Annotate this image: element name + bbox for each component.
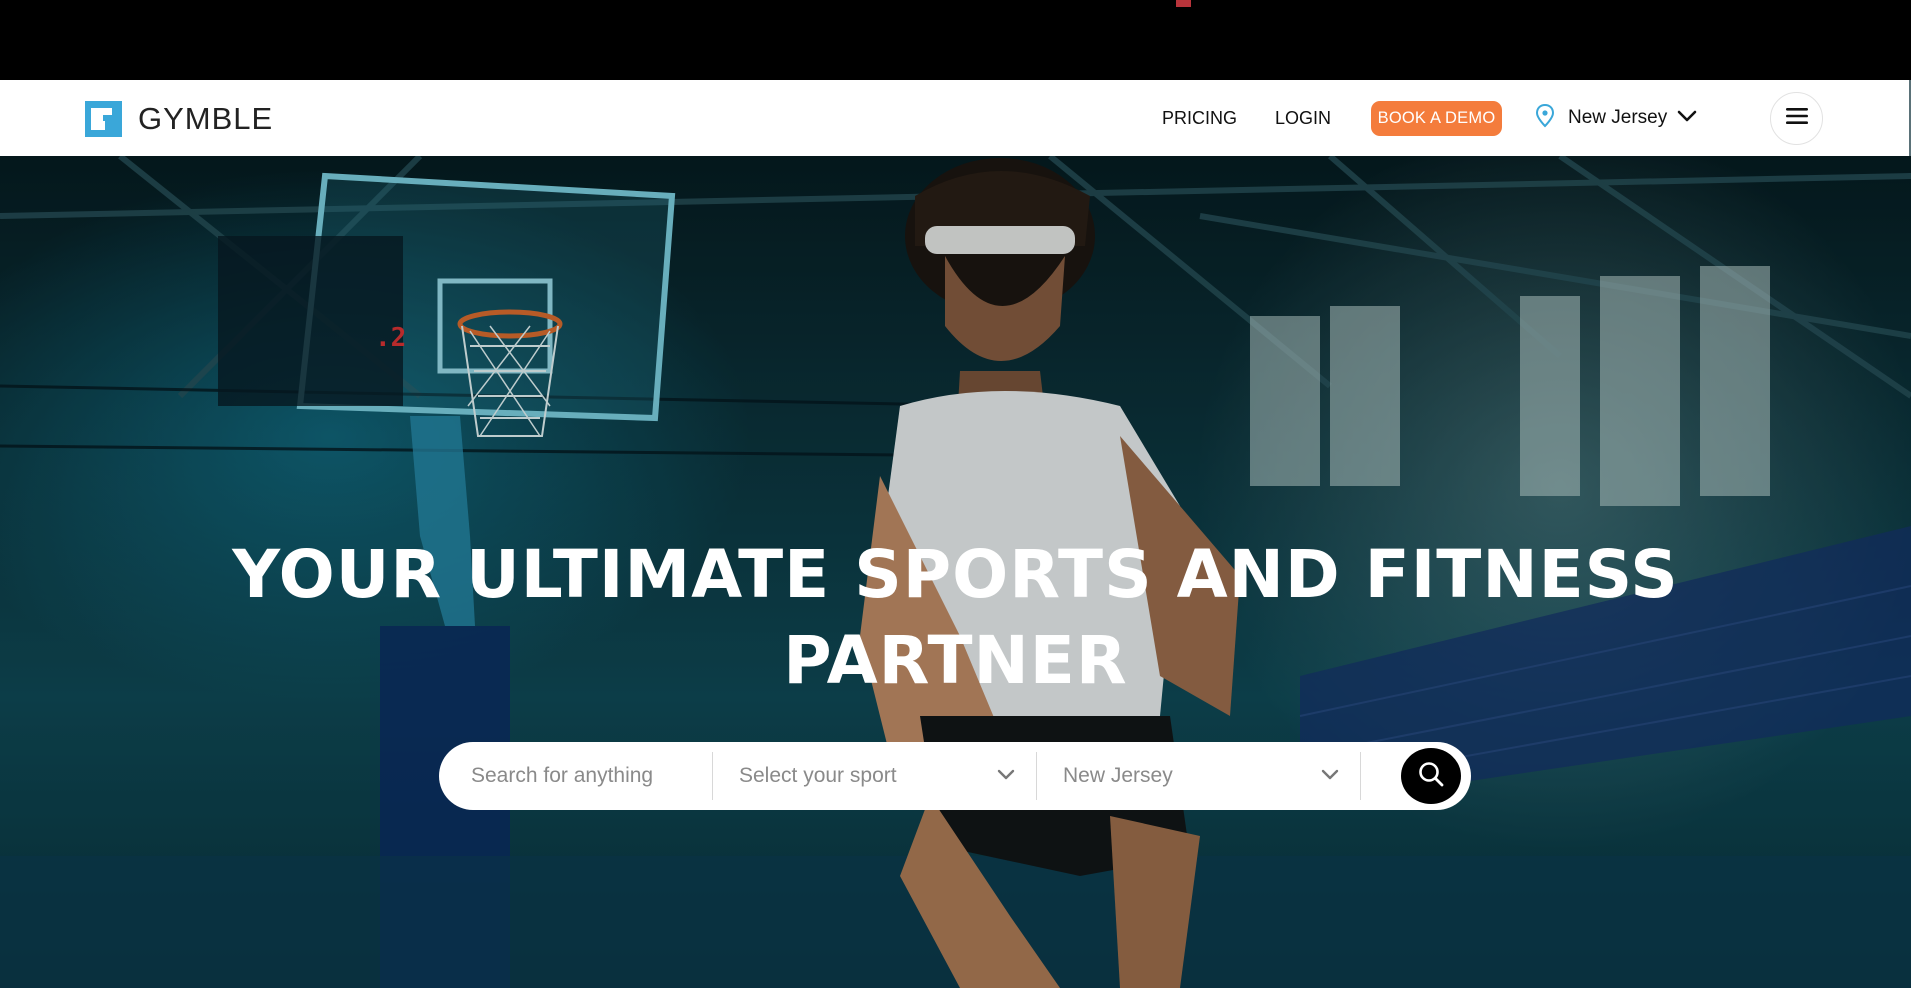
location-select[interactable]: New Jersey (1063, 742, 1323, 810)
logo[interactable]: GYMBLE (85, 101, 273, 137)
location-label: New Jersey (1568, 107, 1668, 128)
chevron-down-icon (1321, 768, 1339, 786)
nav-item-pricing[interactable]: PRICING (1162, 80, 1237, 156)
top-black-bar (0, 0, 1911, 80)
nav-item-login[interactable]: LOGIN (1275, 80, 1331, 156)
search-divider (1036, 752, 1037, 800)
chevron-down-icon (1677, 109, 1697, 127)
hero-headline-line-1: YOUR ULTIMATE SPORTS AND FITNESS (232, 536, 1679, 613)
book-demo-button[interactable]: BOOK A DEMO (1371, 101, 1502, 136)
nav-pricing-link[interactable]: PRICING (1162, 108, 1237, 129)
logo-text: GYMBLE (138, 101, 274, 136)
search-input[interactable]: Search for anything (471, 742, 711, 810)
hero-headline-line-2: PARTNER (783, 622, 1128, 699)
search-button[interactable] (1401, 748, 1461, 804)
hamburger-menu-button[interactable] (1770, 92, 1823, 145)
site-header: GYMBLE PRICING LOGIN BOOK A DEMO New Jer… (0, 80, 1911, 156)
chevron-down-icon (997, 768, 1015, 786)
hamburger-menu-icon (1785, 106, 1809, 131)
hero-headline: YOUR ULTIMATE SPORTS AND FITNESS PARTNER (0, 532, 1911, 704)
top-marker (1176, 0, 1191, 7)
sport-select[interactable]: Select your sport (739, 742, 1039, 810)
hero-section: .2 YOUR ULTIMATE SPORTS AND FI (0, 156, 1911, 988)
map-pin-icon (1534, 103, 1556, 134)
search-divider (1360, 752, 1361, 800)
nav-login-link[interactable]: LOGIN (1275, 108, 1331, 129)
search-divider (712, 752, 713, 800)
gymble-logo-icon (85, 101, 122, 137)
search-bar: Search for anything Select your sport Ne… (439, 742, 1471, 810)
search-icon (1417, 760, 1445, 793)
location-selector[interactable]: New Jersey (1534, 80, 1697, 156)
